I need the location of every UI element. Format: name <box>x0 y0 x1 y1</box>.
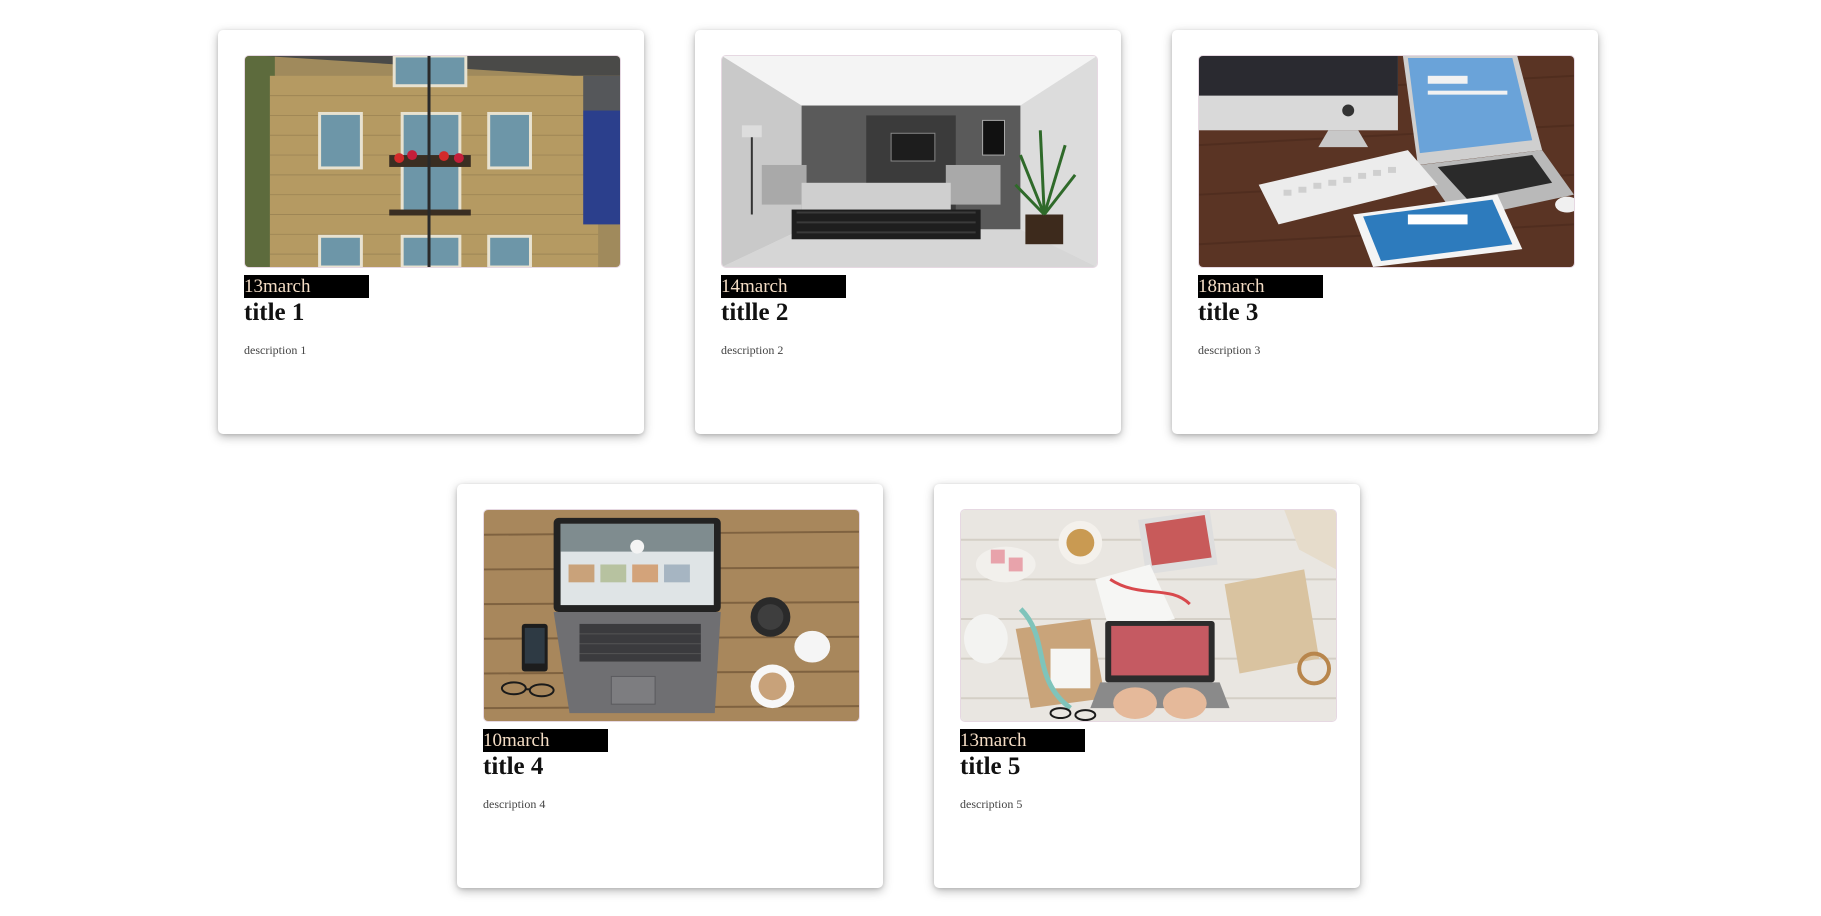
card[interactable]: 14march titlle 2 description 2 <box>695 30 1121 434</box>
living-room-photo <box>721 55 1098 268</box>
card[interactable]: 13march title 5 description 5 <box>934 484 1360 888</box>
card-grid: 13march title 1 description 1 14march ti… <box>0 0 1821 916</box>
card-description: description 5 <box>960 797 1023 811</box>
card-title: title 5 <box>960 753 1021 780</box>
card[interactable]: 13march title 1 description 1 <box>218 30 644 434</box>
card-title: title 4 <box>483 753 544 780</box>
card-description: description 4 <box>483 797 546 811</box>
workspace-gift-wrap-photo <box>960 509 1337 722</box>
card-title: title 1 <box>244 299 305 326</box>
card[interactable]: 10march title 4 description 4 <box>457 484 883 888</box>
card-description: description 2 <box>721 343 784 357</box>
apple-devices-desk-photo <box>1198 55 1575 268</box>
card-title: titlle 2 <box>721 299 789 326</box>
card-description: description 1 <box>244 343 307 357</box>
laptop-coffee-table-photo <box>483 509 860 722</box>
brick-house-photo <box>244 55 621 268</box>
card-description: description 3 <box>1198 343 1261 357</box>
card-title: title 3 <box>1198 299 1259 326</box>
card[interactable]: 18march title 3 description 3 <box>1172 30 1598 434</box>
